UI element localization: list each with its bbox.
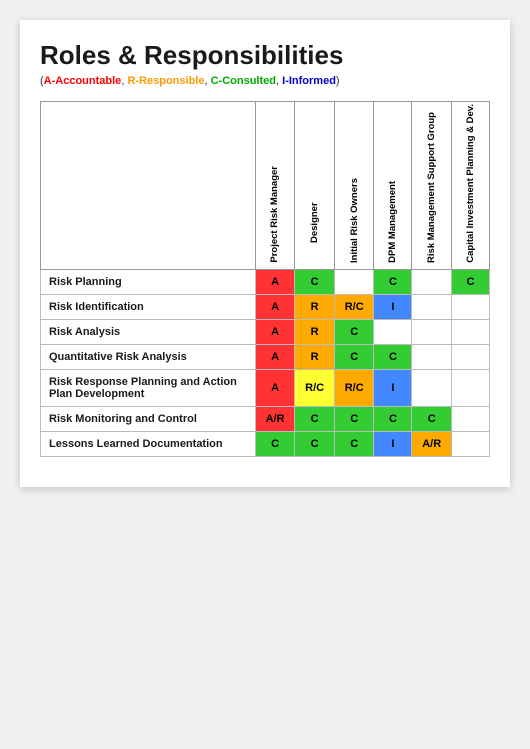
legend-r: R-Responsible bbox=[127, 75, 204, 87]
cell-0-5: C bbox=[452, 269, 490, 294]
row-label-6: Lessons Learned Documentation bbox=[41, 431, 256, 456]
cell-1-5 bbox=[452, 294, 490, 319]
cell-3-4 bbox=[412, 344, 452, 369]
cell-2-4 bbox=[412, 319, 452, 344]
cell-6-0: C bbox=[255, 431, 295, 456]
col-header-4: Risk Management Support Group bbox=[412, 102, 452, 270]
row-label-4: Risk Response Planning and Action Plan D… bbox=[41, 369, 256, 406]
cell-5-4: C bbox=[412, 406, 452, 431]
cell-6-5 bbox=[452, 431, 490, 456]
legend: (A-Accountable, R-Responsible, C-Consult… bbox=[40, 75, 490, 87]
cell-1-3: I bbox=[374, 294, 412, 319]
row-label-2: Risk Analysis bbox=[41, 319, 256, 344]
cell-5-2: C bbox=[334, 406, 374, 431]
page-container: Roles & Responsibilities (A-Accountable,… bbox=[20, 20, 510, 487]
cell-3-1: R bbox=[295, 344, 335, 369]
legend-i: I-Informed bbox=[282, 75, 336, 87]
cell-3-2: C bbox=[334, 344, 374, 369]
col-header-3: DPM Management bbox=[374, 102, 412, 270]
cell-6-4: A/R bbox=[412, 431, 452, 456]
row-label-0: Risk Planning bbox=[41, 269, 256, 294]
col-header-row-label bbox=[41, 102, 256, 270]
cell-1-4 bbox=[412, 294, 452, 319]
table-row: Risk IdentificationARR/CI bbox=[41, 294, 490, 319]
cell-0-3: C bbox=[374, 269, 412, 294]
cell-5-5 bbox=[452, 406, 490, 431]
cell-3-0: A bbox=[255, 344, 295, 369]
cell-3-3: C bbox=[374, 344, 412, 369]
cell-4-0: A bbox=[255, 369, 295, 406]
col-header-0: Project Risk Manager bbox=[255, 102, 295, 270]
cell-6-1: C bbox=[295, 431, 335, 456]
cell-5-1: C bbox=[295, 406, 335, 431]
legend-c: C-Consulted bbox=[211, 75, 276, 87]
cell-4-5 bbox=[452, 369, 490, 406]
cell-6-2: C bbox=[334, 431, 374, 456]
cell-2-0: A bbox=[255, 319, 295, 344]
cell-2-5 bbox=[452, 319, 490, 344]
cell-3-5 bbox=[452, 344, 490, 369]
legend-a: A-Accountable bbox=[44, 75, 122, 87]
table-row: Risk Response Planning and Action Plan D… bbox=[41, 369, 490, 406]
cell-0-1: C bbox=[295, 269, 335, 294]
cell-0-4 bbox=[412, 269, 452, 294]
cell-1-0: A bbox=[255, 294, 295, 319]
page-title: Roles & Responsibilities bbox=[40, 40, 490, 71]
cell-5-3: C bbox=[374, 406, 412, 431]
col-header-2: Initial Risk Owners bbox=[334, 102, 374, 270]
cell-4-4 bbox=[412, 369, 452, 406]
cell-1-2: R/C bbox=[334, 294, 374, 319]
cell-0-0: A bbox=[255, 269, 295, 294]
cell-6-3: I bbox=[374, 431, 412, 456]
cell-2-2: C bbox=[334, 319, 374, 344]
col-header-1: Designer bbox=[295, 102, 335, 270]
cell-4-3: I bbox=[374, 369, 412, 406]
row-label-3: Quantitative Risk Analysis bbox=[41, 344, 256, 369]
cell-5-0: A/R bbox=[255, 406, 295, 431]
cell-4-1: R/C bbox=[295, 369, 335, 406]
cell-4-2: R/C bbox=[334, 369, 374, 406]
cell-1-1: R bbox=[295, 294, 335, 319]
table-row: Risk AnalysisARC bbox=[41, 319, 490, 344]
table-row: Risk Monitoring and ControlA/RCCCC bbox=[41, 406, 490, 431]
row-label-5: Risk Monitoring and Control bbox=[41, 406, 256, 431]
col-header-5: Capital Investment Planning & Dev. bbox=[452, 102, 490, 270]
table-row: Lessons Learned DocumentationCCCIA/R bbox=[41, 431, 490, 456]
raci-table: Project Risk Manager Designer Initial Ri… bbox=[40, 101, 490, 457]
row-label-1: Risk Identification bbox=[41, 294, 256, 319]
cell-2-1: R bbox=[295, 319, 335, 344]
table-row: Quantitative Risk AnalysisARCC bbox=[41, 344, 490, 369]
cell-2-3 bbox=[374, 319, 412, 344]
cell-0-2 bbox=[334, 269, 374, 294]
table-row: Risk PlanningACCC bbox=[41, 269, 490, 294]
